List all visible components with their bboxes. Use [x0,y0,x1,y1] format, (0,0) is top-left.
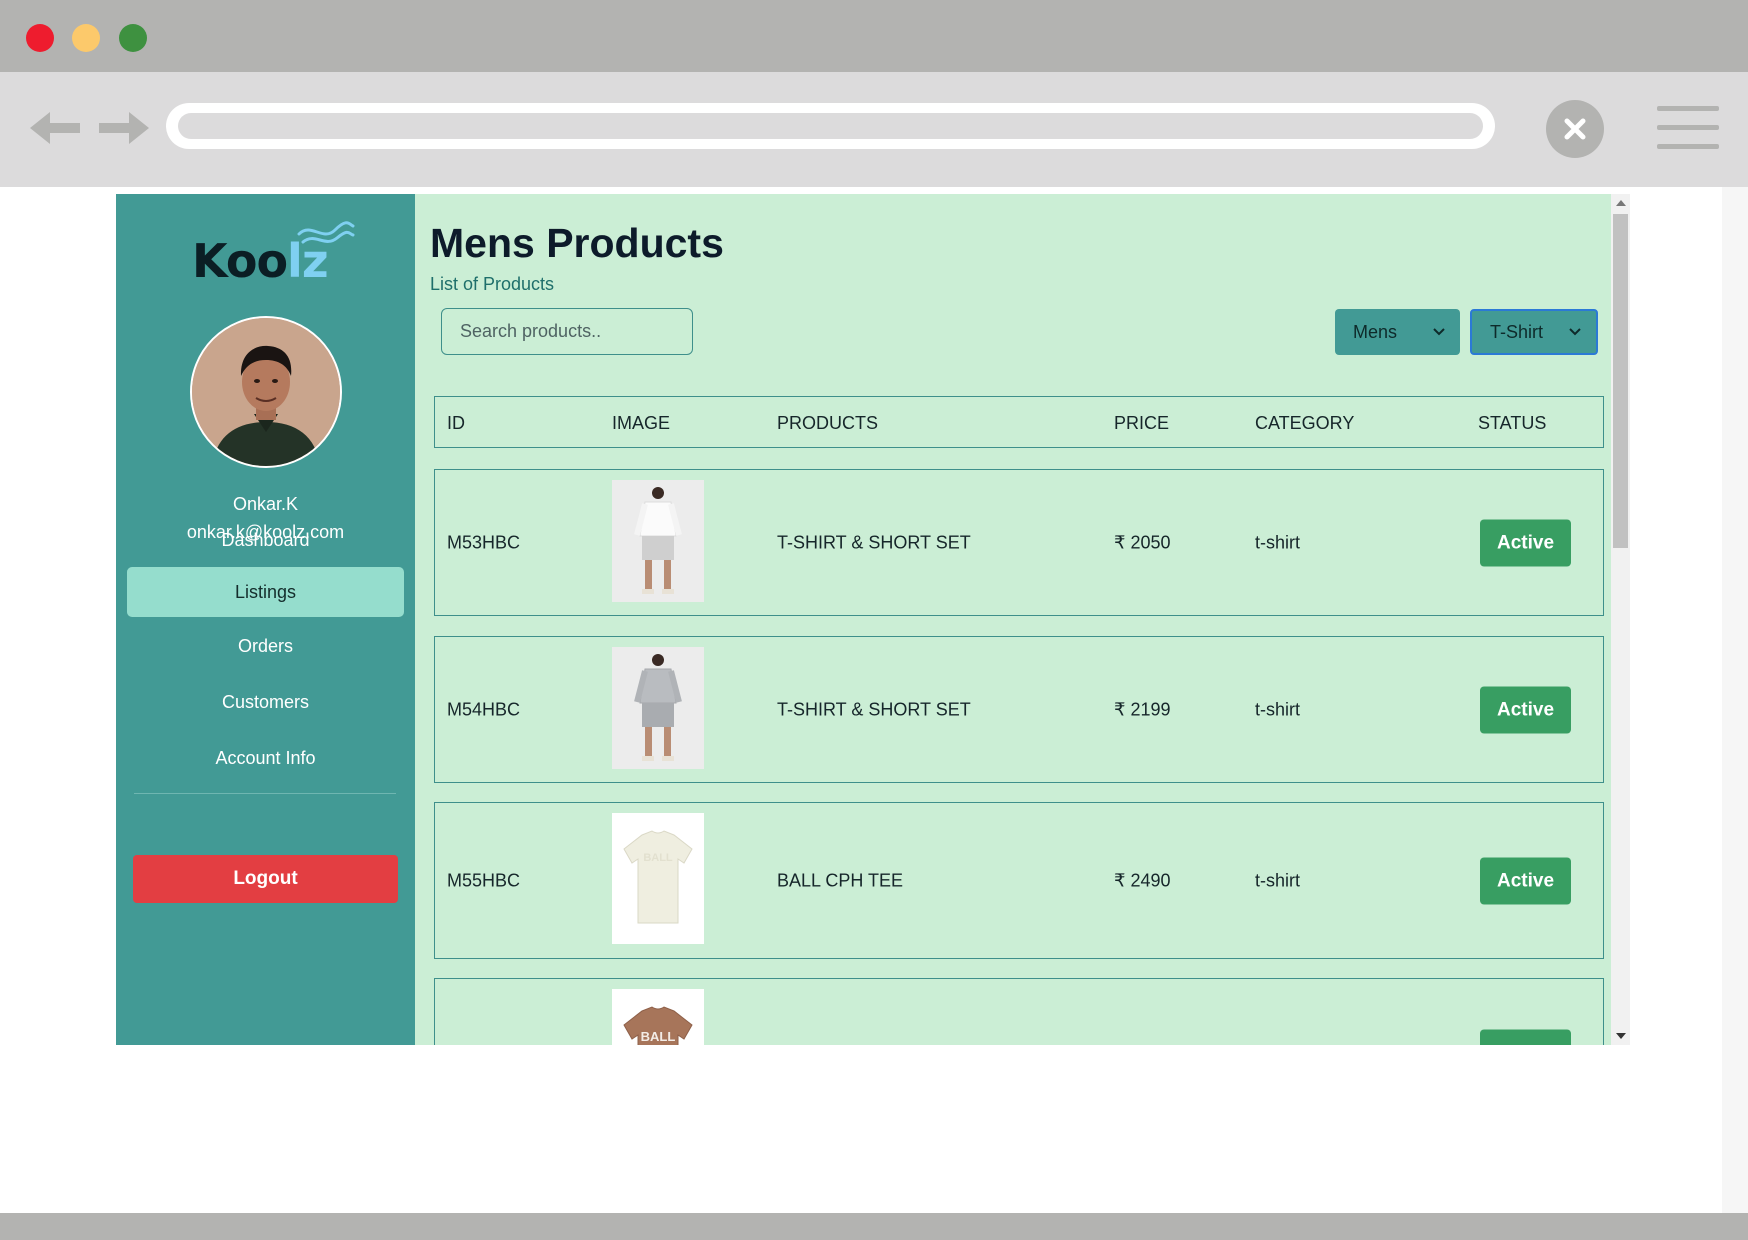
sidebar-item-listings[interactable]: Listings [127,567,404,617]
browser-bottom-bar [0,1213,1748,1240]
logout-button[interactable]: Logout [133,855,398,903]
product-category: t-shirt [1255,699,1300,719]
sidebar-divider [134,793,396,794]
product-name: T-SHIRT & SHORT SET [777,699,971,719]
header-id: ID [447,413,465,433]
sidebar-item-customers[interactable]: Customers [127,677,404,727]
table-row[interactable]: BALL [434,978,1604,1045]
header-status: STATUS [1478,413,1547,433]
header-price: PRICE [1114,413,1170,433]
header-products: PRODUCTS [777,413,879,433]
close-window-dot[interactable] [26,24,54,52]
header-category: CATEGORY [1255,413,1355,433]
scrollbar-thumb[interactable] [1613,214,1628,548]
back-arrow-icon[interactable] [30,108,82,148]
status-badge[interactable]: Active [1480,519,1571,566]
product-price: ₹ 2050 [1114,532,1171,552]
hamburger-menu-icon[interactable] [1657,106,1719,150]
scroll-up-arrow-icon[interactable] [1616,200,1626,206]
sidebar-item-orders[interactable]: Orders [127,621,404,671]
admin-app: Koolz Onkar.K onkar.k@koolz.com Dashboar… [116,194,1630,1045]
product-price: ₹ 2199 [1114,699,1171,719]
table-row[interactable]: M54HBC T-SHIRT & SHORT SET ₹ 2199 t-shir… [434,636,1604,783]
close-tab-button[interactable] [1546,100,1604,158]
product-image[interactable] [612,480,704,602]
window-titlebar [0,0,1748,72]
product-category: t-shirt [1255,532,1300,552]
product-id: M53HBC [447,532,521,552]
table-row[interactable]: M53HBC T-SHIRT & SHORT SET ₹ 2050 t-shir… [434,469,1604,616]
gender-filter-select[interactable]: Mens [1335,309,1460,355]
address-bar-field[interactable] [178,113,1483,139]
page-title: Mens Products [430,220,724,266]
maximize-window-dot[interactable] [119,24,147,52]
chevron-down-icon [1433,328,1445,336]
product-name: BALL CPH TEE [777,870,904,890]
product-price: ₹ 2490 [1114,870,1171,890]
wave-icon [297,221,355,244]
model-grey-set-image [612,647,704,769]
product-image[interactable] [612,647,704,769]
product-image[interactable]: BALL [612,813,704,944]
user-name: Onkar.K [232,494,299,514]
koolz-logo: Koolz [192,220,355,288]
avatar[interactable] [190,316,342,468]
user-photo [192,318,340,466]
table-row[interactable]: M55HBC BALL BALL CPH TEE ₹ 2490 t-shirt … [434,802,1604,959]
status-badge[interactable]: Active [1480,686,1571,733]
product-id: M54HBC [447,699,521,719]
search-input[interactable] [441,308,693,355]
minimize-window-dot[interactable] [72,24,100,52]
sidebar-item-dashboard[interactable]: Dashboard [127,515,404,565]
main-content: Mens Products List of Products Mens T-Sh… [415,194,1611,1045]
brown-tee-image: BALL [612,989,704,1045]
status-badge[interactable]: Active [1480,857,1571,904]
chevron-down-icon [1569,328,1581,336]
product-image[interactable]: BALL [612,989,704,1045]
product-id: M55HBC [447,870,521,890]
svg-text:BALL: BALL [641,1029,676,1044]
scroll-down-arrow-icon[interactable] [1616,1033,1626,1039]
table-header: ID IMAGE PRODUCTS PRICE CATEGORY STATUS [434,396,1604,448]
forward-arrow-icon[interactable] [97,108,149,148]
page-scroll-track [1722,187,1748,1213]
page-subtitle: List of Products [430,274,555,294]
svg-text:BALL: BALL [643,852,673,864]
category-filter-value: T-Shirt [1490,322,1544,342]
logo-text-main: Koo [192,234,288,288]
close-icon [1564,118,1586,140]
status-badge[interactable] [1480,1029,1571,1045]
model-white-set-image [612,480,704,602]
cream-tee-image: BALL [612,813,704,944]
header-image: IMAGE [612,413,671,433]
content-scrollbar[interactable] [1611,194,1630,1045]
sidebar: Koolz Onkar.K onkar.k@koolz.com Dashboar… [116,194,415,1045]
gender-filter-value: Mens [1353,322,1398,342]
sidebar-item-account-info[interactable]: Account Info [127,733,404,783]
address-bar[interactable] [166,103,1495,149]
category-filter-select[interactable]: T-Shirt [1470,309,1598,355]
product-name: T-SHIRT & SHORT SET [777,532,971,552]
product-category: t-shirt [1255,870,1300,890]
